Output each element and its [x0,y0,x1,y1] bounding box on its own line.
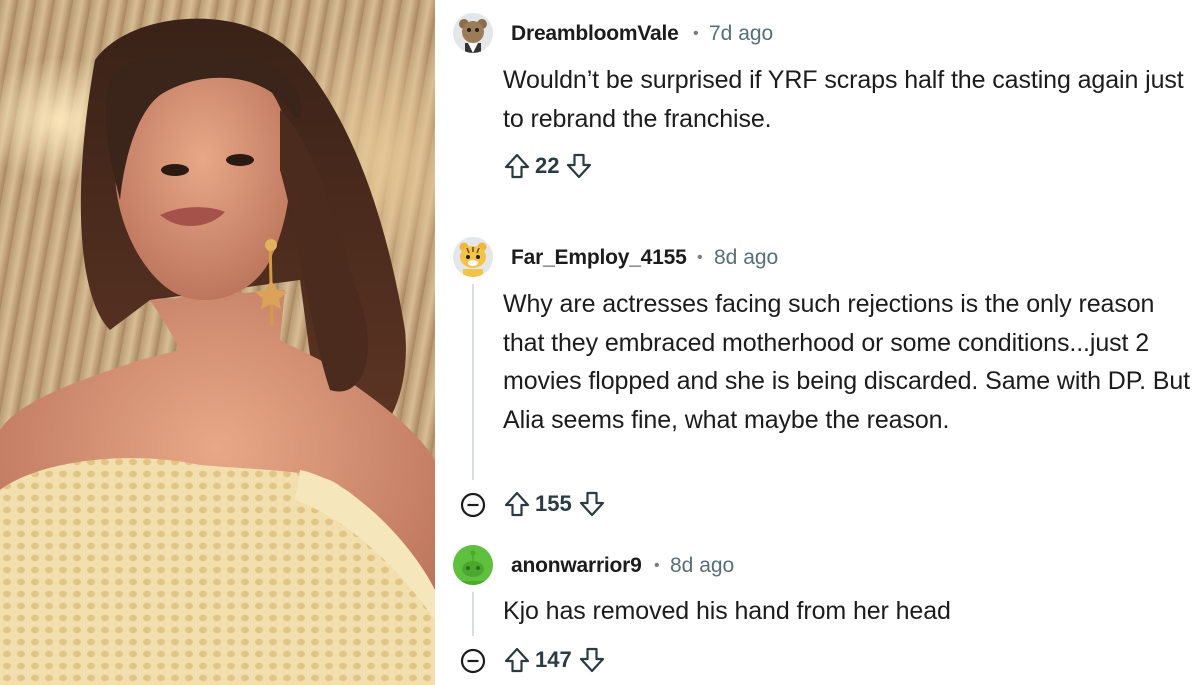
vote-count: 22 [535,153,560,178]
meta-separator: • [697,249,703,266]
tiger-avatar-icon [453,237,493,277]
comment-body: Wouldn’t be surprised if YRF scraps half… [503,66,1184,133]
upvote-icon[interactable] [503,490,531,518]
comment-thread: DreambloomVale • 7d ago Wouldn’t be surp… [435,0,1200,685]
comment-username[interactable]: Far_Employ_4155 [511,246,687,270]
upvote-icon[interactable] [503,152,531,180]
comment-username[interactable]: anonwarrior9 [511,554,642,578]
comment-body: Why are actresses facing such rejections… [503,290,1190,434]
downvote-icon[interactable] [578,490,606,518]
meta-separator: • [654,557,660,574]
comment-timestamp[interactable]: 7d ago [709,22,773,46]
woman-portrait-image [0,18,435,685]
vote-count: 155 [535,491,572,516]
user-avatar[interactable] [453,13,493,53]
comment-actions: 22 [503,152,593,180]
comment-username[interactable]: DreambloomVale [511,22,679,46]
comment-actions: 147 [503,646,606,674]
snoo-avatar-icon [453,545,493,585]
collapse-thread-icon[interactable] [459,647,487,675]
comment-timestamp[interactable]: 8d ago [670,554,734,578]
thread-line[interactable] [472,284,474,480]
comment-body: Kjo has removed his hand from her head [503,597,951,625]
comment-timestamp[interactable]: 8d ago [714,246,778,270]
collapse-thread-icon[interactable] [459,491,487,519]
comment-actions: 155 [503,490,606,518]
user-avatar[interactable] [453,237,493,277]
photo-panel [0,0,435,685]
upvote-icon[interactable] [503,646,531,674]
downvote-icon[interactable] [565,152,593,180]
vote-count: 147 [535,647,572,672]
downvote-icon[interactable] [578,646,606,674]
thread-line[interactable] [472,592,474,636]
bear-avatar-icon [453,13,493,53]
user-avatar[interactable] [453,545,493,585]
meta-separator: • [693,25,699,42]
